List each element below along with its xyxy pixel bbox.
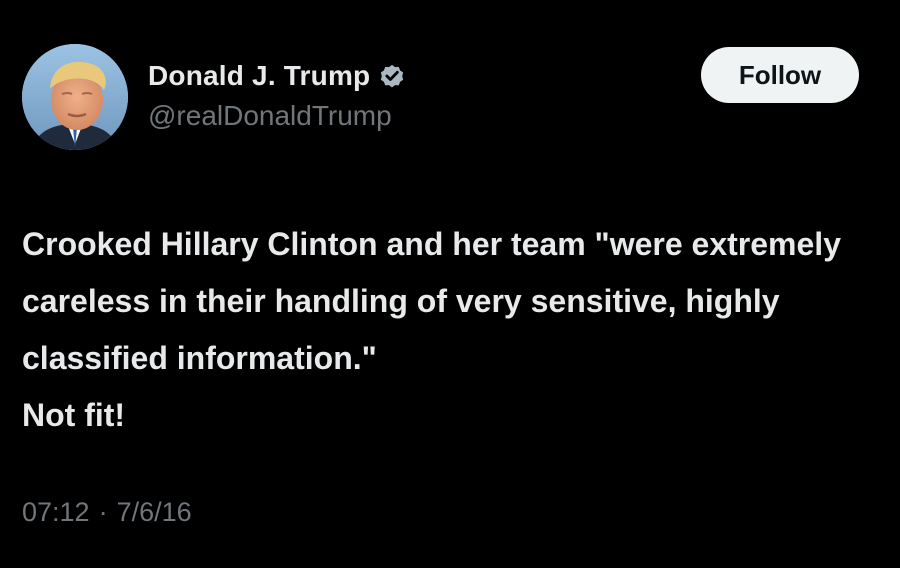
- tweet-card: Donald J. Trump @realDonaldTrump Follow …: [0, 0, 900, 568]
- author-handle[interactable]: @realDonaldTrump: [148, 100, 392, 132]
- tweet-text: Crooked Hillary Clinton and her team "we…: [22, 226, 841, 433]
- follow-button[interactable]: Follow: [701, 47, 859, 103]
- timestamp-separator: ·: [98, 497, 108, 527]
- tweet-date: 7/6/16: [116, 497, 192, 527]
- tweet-timestamp[interactable]: 07:12 · 7/6/16: [22, 497, 192, 528]
- verified-badge-icon: [378, 62, 406, 90]
- avatar[interactable]: [22, 44, 128, 150]
- tweet-time: 07:12: [22, 497, 90, 527]
- author-name-row: Donald J. Trump: [148, 56, 406, 96]
- profile-photo-icon: [22, 44, 128, 150]
- author-display-name[interactable]: Donald J. Trump: [148, 60, 370, 92]
